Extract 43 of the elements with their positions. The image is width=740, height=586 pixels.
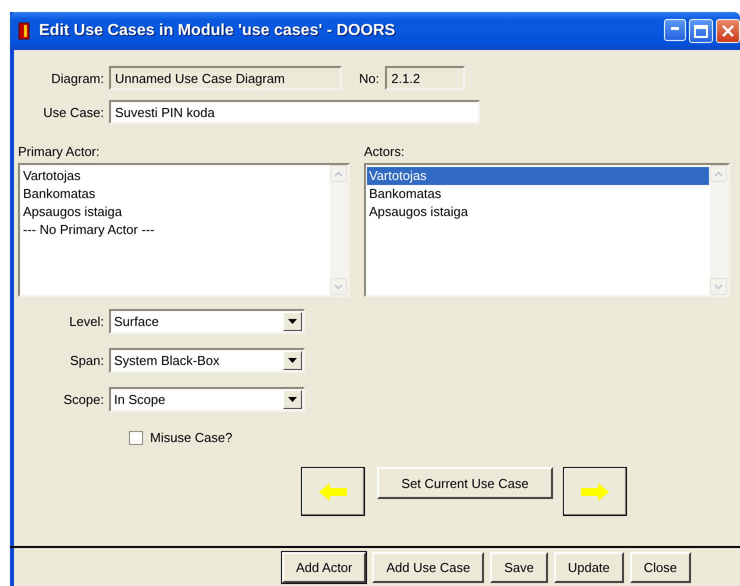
maximize-button[interactable] — [689, 19, 713, 43]
field-label: Diagram: — [50, 70, 104, 86]
dropdown[interactable]: Surface — [109, 309, 305, 334]
action-button[interactable]: Save — [490, 552, 548, 582]
field-label: Scope: — [62, 392, 104, 407]
list-item[interactable]: Bankomatas — [367, 185, 709, 203]
list-item[interactable]: Vartotojas — [21, 167, 329, 185]
checkbox[interactable] — [129, 430, 143, 444]
list-label: Primary Actor: — [18, 144, 101, 159]
minimize-icon — [671, 26, 679, 30]
action-button[interactable]: Update — [554, 552, 624, 582]
field-label: Level: — [68, 314, 104, 329]
input-field[interactable]: Unnamed Use Case Diagram — [109, 66, 342, 90]
next-button[interactable] — [563, 467, 627, 516]
window-title: Edit Use Cases in Module 'use cases' - DOORS — [39, 22, 396, 40]
dropdown[interactable]: System Black-Box — [109, 348, 305, 373]
field-label: No: — [359, 70, 380, 86]
set-current-button[interactable]: Set Current Use Case — [377, 467, 553, 499]
dropdown[interactable]: In Scope — [109, 387, 305, 412]
input-field[interactable]: Suvesti PIN koda — [109, 100, 480, 124]
close-button[interactable] — [716, 19, 740, 43]
close-icon — [722, 25, 734, 37]
previous-button[interactable] — [301, 467, 365, 516]
list-item[interactable]: Apsaugos istaiga — [367, 203, 709, 221]
list-label: Actors: — [364, 144, 406, 159]
maximize-icon — [694, 24, 708, 38]
field-label: Use Case: — [42, 104, 104, 120]
minimize-button[interactable] — [664, 19, 686, 41]
list-box[interactable]: Vartotojas Bankomatas Apsaugos istaiga --- No Primary Actor --- — [18, 163, 350, 297]
list-item[interactable]: Vartotojas — [367, 167, 709, 185]
door-icon — [18, 22, 30, 40]
list-box[interactable]: Vartotojas Bankomatas Apsaugos istaiga — [364, 163, 730, 297]
action-button[interactable]: Add Actor — [282, 552, 366, 582]
action-button[interactable]: Close — [630, 552, 692, 582]
list-item[interactable]: --- No Primary Actor --- — [21, 221, 329, 239]
action-button[interactable]: Add Use Case — [372, 552, 484, 582]
field-label: Span: — [69, 353, 104, 368]
list-item[interactable]: Apsaugos istaiga — [21, 203, 329, 221]
right-arrow-icon — [581, 482, 609, 500]
list-item[interactable]: Bankomatas — [21, 185, 329, 203]
checkbox-label: Misuse Case? — [150, 430, 232, 445]
left-arrow-icon — [319, 482, 347, 500]
input-field[interactable]: 2.1.2 — [385, 66, 466, 90]
